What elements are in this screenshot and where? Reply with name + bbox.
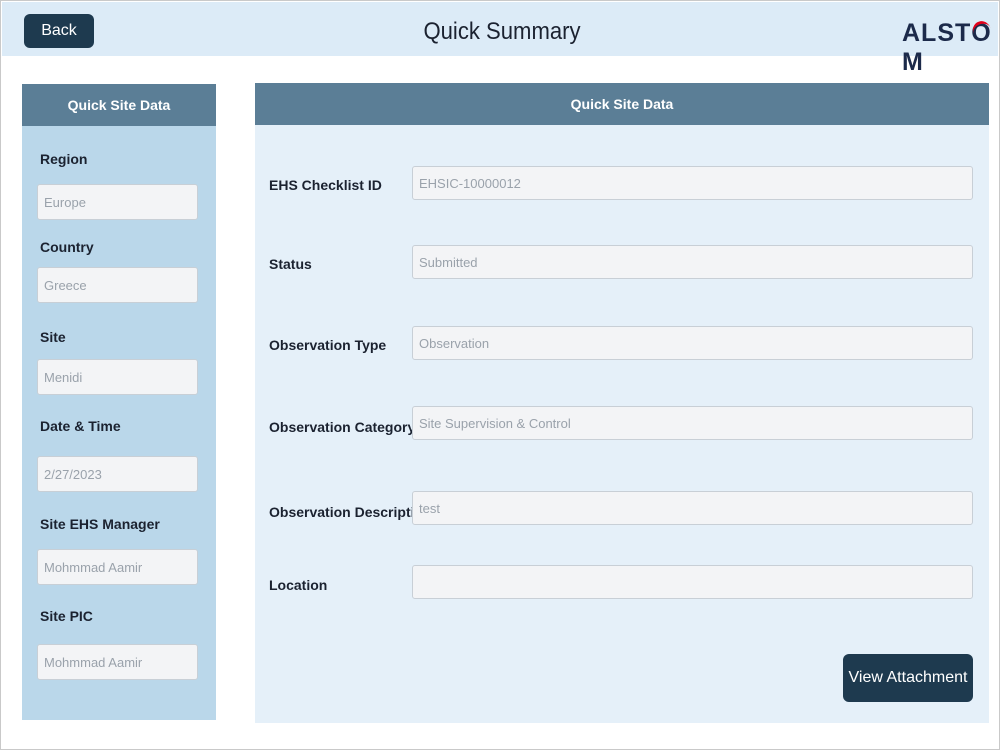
observation-description-field[interactable]: test xyxy=(412,491,973,525)
ehs-checklist-id-label: EHS Checklist ID xyxy=(269,177,382,193)
date-time-label: Date & Time xyxy=(40,418,121,434)
status-field[interactable]: Submitted xyxy=(412,245,973,279)
site-ehs-manager-field[interactable]: Mohmmad Aamir xyxy=(37,549,198,585)
view-attachment-button[interactable]: View Attachment xyxy=(843,654,973,702)
country-field[interactable]: Greece xyxy=(37,267,198,303)
region-label: Region xyxy=(40,151,88,167)
left-site-data-panel: Quick Site Data Region Europe Country Gr… xyxy=(22,84,216,720)
date-time-field[interactable]: 2/27/2023 xyxy=(37,456,198,492)
site-pic-field[interactable]: Mohmmad Aamir xyxy=(37,644,198,680)
site-field[interactable]: Menidi xyxy=(37,359,198,395)
ehs-checklist-id-field[interactable]: EHSIC-10000012 xyxy=(412,166,973,200)
observation-category-field[interactable]: Site Supervision & Control xyxy=(412,406,973,440)
site-label: Site xyxy=(40,329,66,345)
observation-category-label: Observation Category xyxy=(269,419,416,435)
page-title: Quick Summary xyxy=(423,18,581,45)
site-ehs-manager-label: Site EHS Manager xyxy=(40,516,160,532)
logo-o-swoosh-icon: O xyxy=(970,18,995,48)
observation-type-label: Observation Type xyxy=(269,337,387,353)
alstom-logo: ALSTO M xyxy=(902,18,995,76)
right-panel-title: Quick Site Data xyxy=(255,83,989,125)
location-field[interactable] xyxy=(412,565,973,599)
country-label: Country xyxy=(40,239,94,255)
right-site-data-panel: Quick Site Data EHS Checklist ID EHSIC-1… xyxy=(255,83,989,723)
location-label: Location xyxy=(269,577,328,593)
left-panel-title: Quick Site Data xyxy=(22,84,216,126)
status-label: Status xyxy=(269,256,312,272)
region-field[interactable]: Europe xyxy=(37,184,198,220)
header-bar: Back Quick Summary ALSTO M xyxy=(2,2,998,76)
logo-text-left: ALST xyxy=(902,19,972,47)
observation-description-label: Observation Description xyxy=(269,504,432,520)
site-pic-label: Site PIC xyxy=(40,608,93,624)
logo-text-right: M xyxy=(902,48,924,76)
observation-type-field[interactable]: Observation xyxy=(412,326,973,360)
